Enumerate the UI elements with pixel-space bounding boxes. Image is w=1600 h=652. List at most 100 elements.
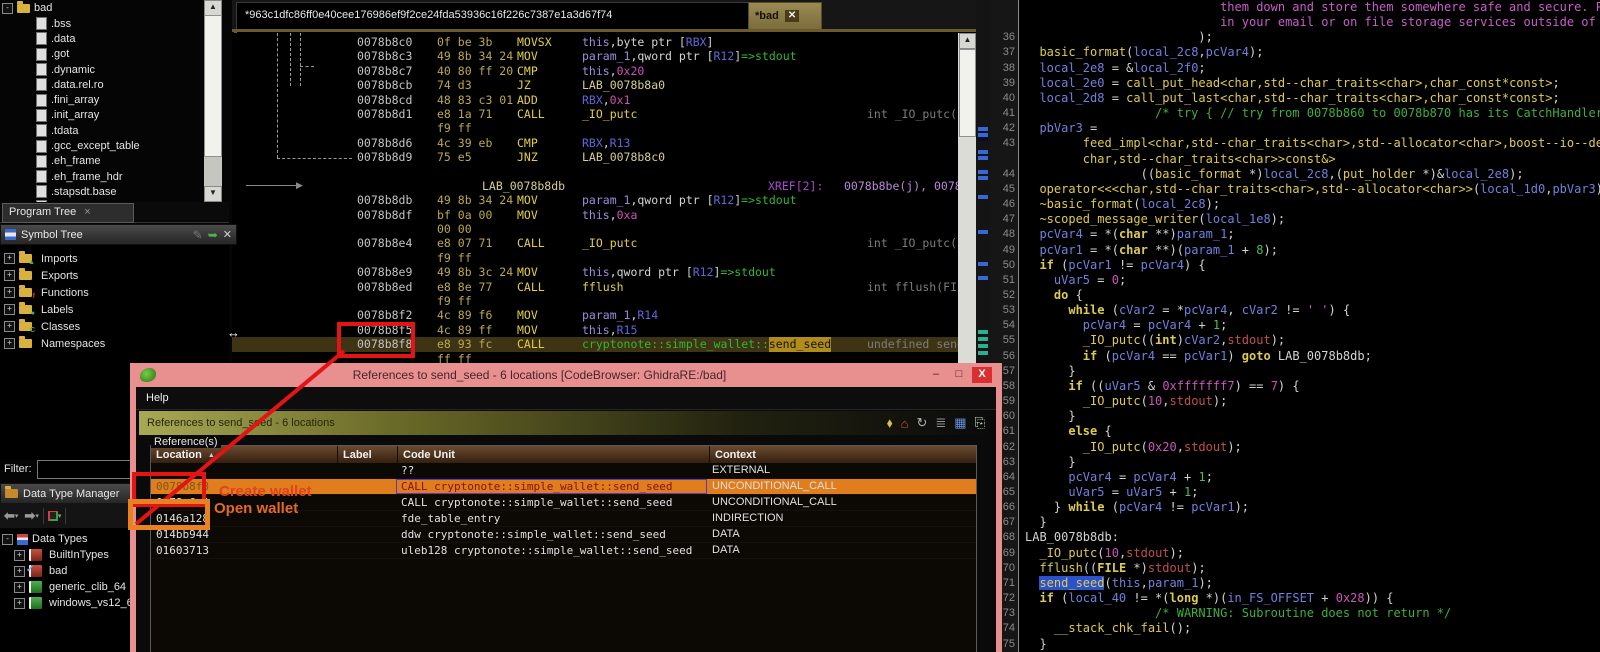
minimize-button[interactable]: – [926, 367, 946, 383]
listing-row[interactable] [232, 165, 958, 179]
close-icon[interactable]: × [84, 204, 90, 222]
decompiler-line[interactable]: 39 local_2e0 = call_put_head<char,std--c… [991, 75, 1600, 91]
listing-row[interactable]: f9 ff [232, 294, 958, 308]
listing-row[interactable]: 0078b8f8 e8 93 fc CALL cryptonote::simple_w… [232, 337, 958, 352]
list-icon[interactable]: ≣ [935, 415, 946, 431]
listing-row[interactable]: f9 ff [232, 121, 958, 135]
decompiler-line[interactable]: 66 } while (pcVar4 != pcVar1); [991, 500, 1600, 516]
decompiler-line[interactable]: 63 } [991, 454, 1600, 470]
decompiler-line[interactable]: 61 else { [991, 424, 1600, 440]
decompiler-line[interactable]: 45 operator<<<char,std--char_traits<char… [991, 181, 1600, 198]
listing-row[interactable]: 0078b8db 49 8b 34 24 MOV param_1 ,qword ptr … [232, 193, 958, 207]
decompiler-line[interactable]: 44 ((basic_format *)local_2c8,(put_holde… [991, 166, 1600, 182]
decompiler-line[interactable]: 73 /* WARNING: Subroutine does not retur… [991, 606, 1600, 622]
collapse-icon[interactable]: - [2, 2, 13, 14]
nav-back-icon[interactable]: ⬅ [4, 508, 15, 524]
decompiler-line[interactable]: 54 pcVar4 = pcVar4 + 1; [991, 318, 1600, 334]
program-tree-scrollbar[interactable]: ▲ ▼ [204, 0, 222, 202]
program-tree-item[interactable]: .bss [0, 16, 204, 31]
menu-help[interactable]: Help [146, 392, 169, 404]
program-tree-item[interactable]: .dynamic [0, 62, 204, 77]
decompiler-line[interactable]: 60 } [991, 409, 1600, 425]
decompiler-line[interactable]: 37 basic_format(local_2c8,pcVar4); [991, 45, 1600, 61]
column-label-col[interactable]: Label [338, 446, 398, 463]
reference-row[interactable]: ?? EXTERNAL [151, 463, 976, 479]
edit-icon[interactable]: ✎ [193, 228, 203, 242]
decompiler-line[interactable]: 67 } [991, 515, 1600, 531]
expand-icon[interactable]: + [4, 253, 15, 264]
references-dialog[interactable]: References to send_seed - 6 locations [C… [130, 363, 1002, 652]
dialog-titlebar[interactable]: References to send_seed - 6 locations [C… [136, 363, 996, 387]
close-icon[interactable]: ✕ [784, 10, 800, 22]
program-tree-item[interactable]: .data.rel.ro [0, 77, 204, 92]
decompiler-line[interactable]: 57 } [991, 363, 1600, 379]
tag-icon[interactable]: ⬧ [887, 415, 893, 431]
decompiler-line[interactable]: 70 fflush((FILE *)stdout); [991, 560, 1600, 576]
program-tree-item[interactable]: .fini_array [0, 92, 204, 107]
disassembly-listing[interactable]: ▲ ▶ 0078b8c00f be 3bMOVSXthis,byte ptr [… [232, 33, 958, 363]
snapshot-icon[interactable]: ⎘ [975, 415, 985, 431]
expand-icon[interactable]: + [14, 597, 25, 609]
listing-row[interactable]: 0078b8f2 4c 89 f6 MOV param_1, R14 [232, 308, 958, 322]
conflict-mode-icon[interactable] [47, 510, 58, 521]
reference-row[interactable]: 0146a128 fde_table_entry INDIRECTION [151, 511, 976, 527]
listing-row[interactable]: 0078b8d1 e8 1a 71 CALL _IO_putc int _IO_putc… [232, 107, 958, 121]
program-tree-item[interactable]: .got [0, 47, 204, 62]
decompiler-line[interactable]: 74 __stack_chk_fail(); [991, 621, 1600, 637]
scroll-thumb[interactable] [204, 15, 222, 157]
listing-row[interactable]: 00 00 [232, 222, 958, 236]
tab-bad-program[interactable]: *bad ✕ [748, 2, 822, 30]
listing-row[interactable]: 0078b8df bf 0a 00 MOV this, 0xa [232, 208, 958, 222]
dropdown-icon[interactable]: ▾ [35, 512, 39, 520]
column-location[interactable]: Location ▲ [151, 446, 338, 463]
listing-row[interactable]: 0078b8d6 4c 39 eb CMP RBX, R13 [232, 136, 958, 150]
nav-forward-icon[interactable]: ➡ [24, 508, 35, 524]
expand-icon[interactable]: + [14, 565, 25, 577]
dropdown-icon[interactable]: ▾ [15, 512, 19, 520]
program-tree-item[interactable]: .gcc_except_table [0, 138, 204, 153]
expand-icon[interactable]: + [4, 338, 15, 349]
decompiler-line[interactable]: 71 send_seed(this,param_1); [991, 575, 1600, 592]
reference-row[interactable]: 0078c6a3 CALL cryptonote::simple_wallet::… [151, 495, 976, 511]
decompiler-line[interactable]: 42 pbVar3 = [991, 121, 1600, 137]
expand-icon[interactable]: + [14, 549, 25, 561]
listing-row[interactable]: 0078b8cd 48 83 c3 01 ADD RBX, 0x1 [232, 93, 958, 107]
column-code-unit[interactable]: Code Unit [398, 446, 710, 463]
listing-row[interactable]: 0078b8e9 49 8b 3c 24 MOV this ,qword ptr [R1… [232, 265, 958, 279]
column-context[interactable]: Context [710, 446, 976, 463]
symbol-tree-item-exports[interactable]: + Exports [0, 267, 229, 284]
decompiler-line[interactable]: 59 _IO_putc(10,stdout); [991, 394, 1600, 410]
decompiler-line[interactable]: 68 LAB_0078b8db: [991, 530, 1600, 546]
decompiler-line[interactable]: 58 if ((uVar5 & 0xfffffff7) == 7) { [991, 378, 1600, 395]
tab-hash-program[interactable]: *963c1dfc86ff0e40cee176986ef9f2ce24fda53… [236, 2, 762, 30]
listing-row[interactable]: 0078b8e4 e8 07 71 CALL _IO_putc int _IO_putc… [232, 236, 958, 250]
decompiler-line[interactable]: 65 uVar5 = uVar5 + 1; [991, 485, 1600, 501]
decompiler-line[interactable]: 75 } [991, 636, 1600, 652]
program-tree-item[interactable]: .eh_frame [0, 154, 204, 169]
symbol-tree-item-labels[interactable]: + ● Labels [0, 301, 229, 318]
decompiler-line[interactable]: 53 while (cVar2 = *pcVar4, cVar2 != ' ')… [991, 303, 1600, 319]
decompiler-line[interactable]: 38 local_2e8 = &local_2f0; [991, 60, 1600, 76]
listing-row[interactable]: f9 ff [232, 251, 958, 265]
program-tree-item[interactable]: .eh_frame_hdr [0, 169, 204, 184]
decompiler-line[interactable]: 47 ~scoped_message_writer(local_1e8); [991, 212, 1600, 228]
decompiler-line[interactable]: 64 pcVar4 = pcVar4 + 1; [991, 469, 1600, 485]
program-tree-item[interactable]: .init_array [0, 108, 204, 123]
program-tree-root[interactable]: - bad [0, 0, 204, 16]
symbol-tree-item-classes[interactable]: + C Classes [0, 318, 229, 335]
decompiler-line[interactable]: 62 _IO_putc(0x20,stdout); [991, 439, 1600, 455]
decompiler-line[interactable]: them down and store them somewhere safe … [991, 0, 1600, 16]
scroll-down-icon[interactable]: ▼ [204, 186, 222, 202]
decompiler-line[interactable]: char,std--char_traits<char>>const&> [991, 151, 1600, 167]
decompiler-line[interactable]: 36 ); [991, 30, 1600, 46]
listing-row[interactable]: 0078b8f5 4c 89 ff MOV this, R15 [232, 323, 958, 337]
symbol-tree-item-imports[interactable]: + ▲ Imports [0, 250, 229, 267]
reference-row[interactable]: 0078b8f8 CALL cryptonote::simple_wallet::… [151, 479, 976, 495]
home-icon[interactable]: ⌂ [901, 416, 909, 431]
listing-row[interactable]: 0078b8ed e8 8e 77 CALL fflush int fflush(FIL… [232, 280, 958, 294]
import-icon[interactable]: ➥ [208, 228, 218, 242]
decompiler-line[interactable]: 46 ~basic_format(local_2c8); [991, 197, 1600, 213]
listing-row[interactable]: LAB_0078b8db XREF[2]: 0078b8be(j), 0078b95… [232, 179, 958, 193]
expand-icon[interactable]: + [4, 270, 15, 281]
program-tree-item[interactable]: .stapsdt.base [0, 184, 204, 199]
